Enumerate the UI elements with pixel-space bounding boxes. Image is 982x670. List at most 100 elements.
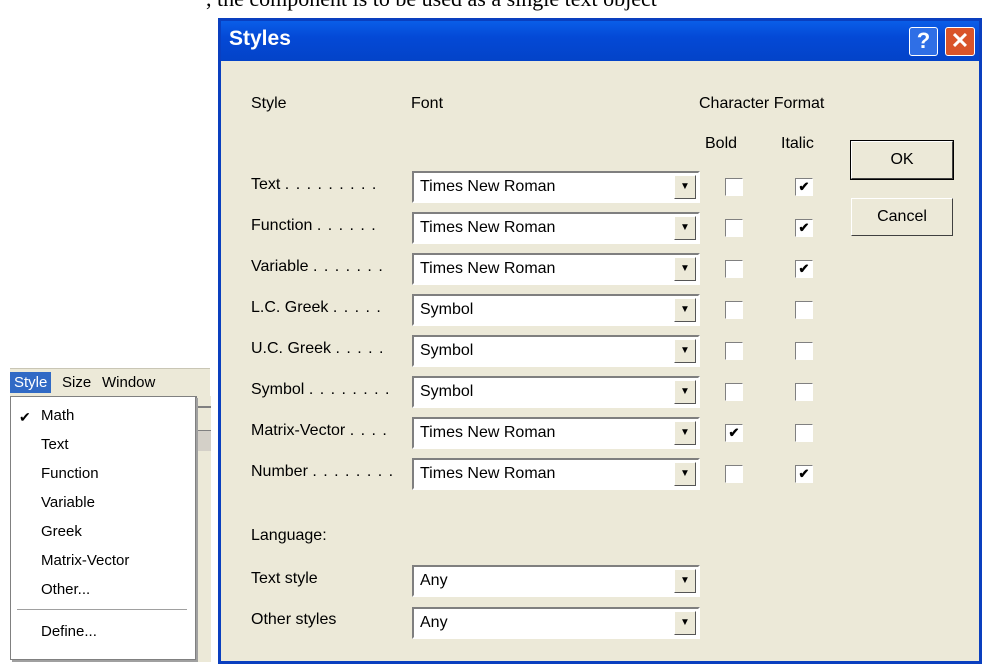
style-leader-dots: . . . . . . . (312, 258, 384, 275)
menu-size[interactable]: Size (58, 372, 95, 393)
menu-separator (17, 609, 187, 610)
dropdown-arrow-icon[interactable]: ▼ (674, 216, 696, 240)
bold-checkbox[interactable] (725, 260, 743, 278)
dialog-title: Styles (229, 27, 291, 50)
style-name: Text (251, 176, 281, 193)
menu-item-math[interactable]: Math (41, 407, 74, 424)
other-styles-value: Any (420, 614, 448, 631)
style-row-label: Variable . . . . . . . (251, 258, 384, 276)
font-select[interactable]: Symbol ▼ (412, 376, 700, 408)
bold-checkbox[interactable] (725, 383, 743, 401)
menu-style[interactable]: Style (10, 372, 52, 393)
style-name: Symbol (251, 381, 305, 398)
font-select[interactable]: Times New Roman ▼ (412, 458, 700, 490)
italic-checkbox[interactable]: ✔ (795, 260, 813, 278)
style-leader-dots: . . . . . (335, 340, 385, 357)
style-row-label: Matrix-Vector . . . . (251, 422, 388, 440)
italic-checkbox[interactable] (795, 383, 813, 401)
style-row-label: Number . . . . . . . . (251, 463, 394, 481)
italic-checkbox[interactable]: ✔ (795, 219, 813, 237)
dropdown-arrow-icon[interactable]: ▼ (674, 421, 696, 445)
dropdown-arrow-icon[interactable]: ▼ (674, 380, 696, 404)
style-name: Number (251, 463, 308, 480)
header-style: Style (251, 95, 287, 112)
background-window-edge (196, 396, 211, 662)
text-style-label: Text style (251, 570, 318, 587)
text-style-value: Any (420, 572, 448, 589)
bold-checkbox[interactable] (725, 178, 743, 196)
bold-checkbox[interactable] (725, 342, 743, 360)
menu-item-text[interactable]: Text (41, 436, 69, 453)
background-document-text: , the component is to be used as a singl… (206, 0, 657, 12)
dropdown-arrow-icon[interactable]: ▼ (674, 298, 696, 322)
italic-checkbox[interactable]: ✔ (795, 465, 813, 483)
font-value: Symbol (420, 301, 474, 318)
menu-item-variable[interactable]: Variable (41, 494, 95, 511)
font-value: Times New Roman (420, 465, 556, 482)
close-button[interactable]: ✕ (945, 27, 975, 56)
cancel-button[interactable]: Cancel (851, 198, 953, 236)
menu-item-greek[interactable]: Greek (41, 523, 82, 540)
header-character-format: Character Format (699, 95, 825, 112)
font-select[interactable]: Symbol ▼ (412, 335, 700, 367)
font-select[interactable]: Times New Roman ▼ (412, 171, 700, 203)
dropdown-arrow-icon[interactable]: ▼ (674, 339, 696, 363)
menu-item-other[interactable]: Other... (41, 581, 90, 598)
menu-item-function[interactable]: Function (41, 465, 99, 482)
font-select[interactable]: Symbol ▼ (412, 294, 700, 326)
style-row-label: Text . . . . . . . . . (251, 176, 377, 194)
bold-checkbox[interactable] (725, 465, 743, 483)
italic-checkbox[interactable]: ✔ (795, 178, 813, 196)
ok-button[interactable]: OK (850, 140, 954, 180)
style-name: Function (251, 217, 313, 234)
styles-dialog: Styles ? ✕ Style Font Character Format B… (218, 18, 982, 664)
font-select[interactable]: Times New Roman ▼ (412, 417, 700, 449)
style-name: Matrix-Vector (251, 422, 346, 439)
dropdown-arrow-icon[interactable]: ▼ (674, 462, 696, 486)
bold-checkbox[interactable] (725, 301, 743, 319)
style-leader-dots: . . . . . (332, 299, 382, 316)
dropdown-arrow-icon[interactable]: ▼ (674, 611, 696, 635)
style-row-label: L.C. Greek . . . . . (251, 299, 382, 317)
style-leader-dots: . . . . . . . . (308, 381, 391, 398)
italic-checkbox[interactable] (795, 424, 813, 442)
language-label: Language: (251, 527, 327, 544)
style-leader-dots: . . . . . . (316, 217, 377, 234)
font-select[interactable]: Times New Roman ▼ (412, 253, 700, 285)
other-styles-label: Other styles (251, 611, 337, 628)
menu-window[interactable]: Window (98, 372, 159, 393)
style-leader-dots: . . . . (349, 422, 388, 439)
style-leader-dots: . . . . . . . . (312, 463, 395, 480)
close-icon: ✕ (950, 28, 970, 53)
italic-checkbox[interactable] (795, 342, 813, 360)
dropdown-arrow-icon[interactable]: ▼ (674, 569, 696, 593)
header-font: Font (411, 95, 444, 112)
font-select[interactable]: Times New Roman ▼ (412, 212, 700, 244)
style-row-label: Symbol . . . . . . . . (251, 381, 391, 399)
header-italic: Italic (781, 135, 814, 152)
style-name: U.C. Greek (251, 340, 332, 357)
style-name: L.C. Greek (251, 299, 329, 316)
other-styles-select[interactable]: Any ▼ (412, 607, 700, 639)
style-dropdown-menu: ✔ Math Text Function Variable Greek Matr… (10, 396, 196, 660)
menu-item-matrix-vector[interactable]: Matrix-Vector (41, 552, 129, 569)
menu-bar: Style Size Window (10, 368, 210, 396)
font-value: Times New Roman (420, 260, 556, 277)
font-value: Times New Roman (420, 178, 556, 195)
bold-checkbox[interactable]: ✔ (725, 424, 743, 442)
italic-checkbox[interactable] (795, 301, 813, 319)
dropdown-arrow-icon[interactable]: ▼ (674, 257, 696, 281)
style-name: Variable (251, 258, 309, 275)
checkmark-icon: ✔ (19, 409, 31, 425)
header-bold: Bold (705, 135, 738, 152)
menu-item-define[interactable]: Define... (41, 623, 97, 640)
font-value: Symbol (420, 342, 474, 359)
bold-checkbox[interactable] (725, 219, 743, 237)
dropdown-arrow-icon[interactable]: ▼ (674, 175, 696, 199)
text-style-select[interactable]: Any ▼ (412, 565, 700, 597)
help-button[interactable]: ? (909, 27, 938, 56)
style-leader-dots: . . . . . . . . . (284, 176, 378, 193)
style-row-label: U.C. Greek . . . . . (251, 340, 384, 358)
font-value: Times New Roman (420, 219, 556, 236)
dialog-titlebar[interactable]: Styles ? ✕ (221, 21, 979, 61)
